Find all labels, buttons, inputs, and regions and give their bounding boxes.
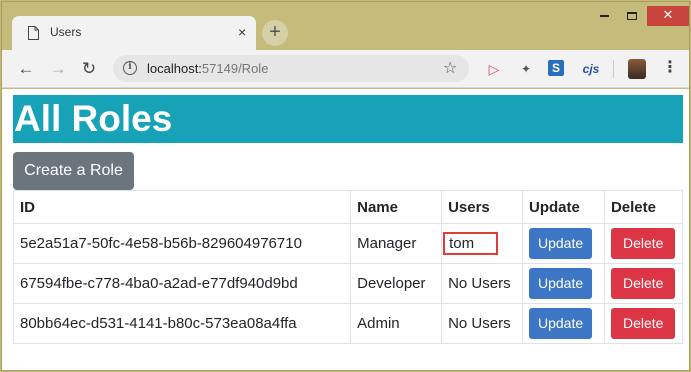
cross-icon[interactable]: ✦ <box>517 60 535 78</box>
role-users: No Users <box>441 303 523 344</box>
url-path: 57149/Role <box>201 61 269 76</box>
page-content: All Roles Create a Role ID Name Users Up… <box>2 89 689 370</box>
delete-button[interactable]: Delete <box>610 308 676 339</box>
role-name: Developer <box>350 263 443 304</box>
role-id: 67594fbe-c778-4ba0-a2ad-e77df940d9bd <box>12 263 352 304</box>
cjs-icon[interactable]: cjs <box>580 60 602 78</box>
roles-table: ID Name Users Update Delete 5e2a51a7-50f… <box>12 190 684 344</box>
browser-window: Users × + ✕ ← → ↻ i localhost:57149/Role… <box>1 1 690 371</box>
update-button[interactable]: Update <box>529 228 593 259</box>
header-delete: Delete <box>603 190 684 224</box>
browser-toolbar: ← → ↻ i localhost:57149/Role ☆ ▷ ✦ S cjs… <box>2 50 689 88</box>
title-bar: Users × + ✕ <box>2 2 689 50</box>
bookmark-star-icon[interactable]: ☆ <box>443 58 457 78</box>
delete-button[interactable]: Delete <box>610 268 676 299</box>
url-text[interactable]: localhost:57149/Role <box>147 61 268 76</box>
close-tab-icon[interactable]: × <box>238 24 246 40</box>
toolbar-divider <box>613 60 614 78</box>
role-id: 5e2a51a7-50fc-4e58-b56b-829604976710 <box>12 223 352 264</box>
table-header-row: ID Name Users Update Delete <box>12 190 684 224</box>
menu-dots-icon[interactable]: ⋮ <box>662 59 678 79</box>
close-window-button[interactable]: ✕ <box>647 6 689 26</box>
delete-cell: Delete <box>603 223 684 264</box>
url-host: localhost: <box>147 61 202 76</box>
role-name: Manager <box>350 223 443 264</box>
header-id: ID <box>12 190 352 224</box>
update-cell: Update <box>522 223 605 264</box>
header-name: Name <box>350 190 443 224</box>
delete-cell: Delete <box>603 303 684 344</box>
table-row: 67594fbe-c778-4ba0-a2ad-e77df940d9bd Dev… <box>12 263 684 304</box>
cast-icon[interactable]: ▷ <box>485 60 503 78</box>
role-users-highlighted: tom <box>443 232 499 255</box>
forward-arrow-icon[interactable]: → <box>47 58 69 80</box>
create-role-button[interactable]: Create a Role <box>13 152 134 190</box>
maximize-icon <box>627 11 637 20</box>
table-row: 80bb64ec-d531-4141-b80c-573ea08a4ffa Adm… <box>12 303 684 344</box>
role-users: No Users <box>441 263 523 304</box>
profile-avatar[interactable] <box>628 59 646 79</box>
header-update: Update <box>522 190 605 224</box>
info-icon[interactable]: i <box>123 61 137 75</box>
s-icon[interactable]: S <box>548 60 564 76</box>
header-users: Users <box>441 190 523 224</box>
update-cell: Update <box>522 263 605 304</box>
back-arrow-icon[interactable]: ← <box>15 58 37 80</box>
page-title: All Roles <box>13 95 683 143</box>
page-icon <box>28 26 39 40</box>
table-row: 5e2a51a7-50fc-4e58-b56b-829604976710 Man… <box>12 223 684 264</box>
minimize-icon <box>599 14 609 17</box>
delete-button[interactable]: Delete <box>610 228 676 259</box>
minimize-button[interactable] <box>590 6 618 26</box>
update-button[interactable]: Update <box>529 308 593 339</box>
role-users-cell: tom <box>441 223 523 264</box>
maximize-button[interactable] <box>618 6 646 26</box>
browser-tab[interactable]: Users × <box>12 16 256 50</box>
reload-icon[interactable]: ↻ <box>78 58 100 80</box>
tab-title: Users <box>50 25 82 39</box>
address-bar[interactable]: i localhost:57149/Role ☆ <box>113 55 469 82</box>
role-id: 80bb64ec-d531-4141-b80c-573ea08a4ffa <box>12 303 352 344</box>
new-tab-button[interactable]: + <box>262 20 288 46</box>
update-cell: Update <box>522 303 605 344</box>
update-button[interactable]: Update <box>529 268 593 299</box>
delete-cell: Delete <box>603 263 684 304</box>
role-name: Admin <box>350 303 443 344</box>
